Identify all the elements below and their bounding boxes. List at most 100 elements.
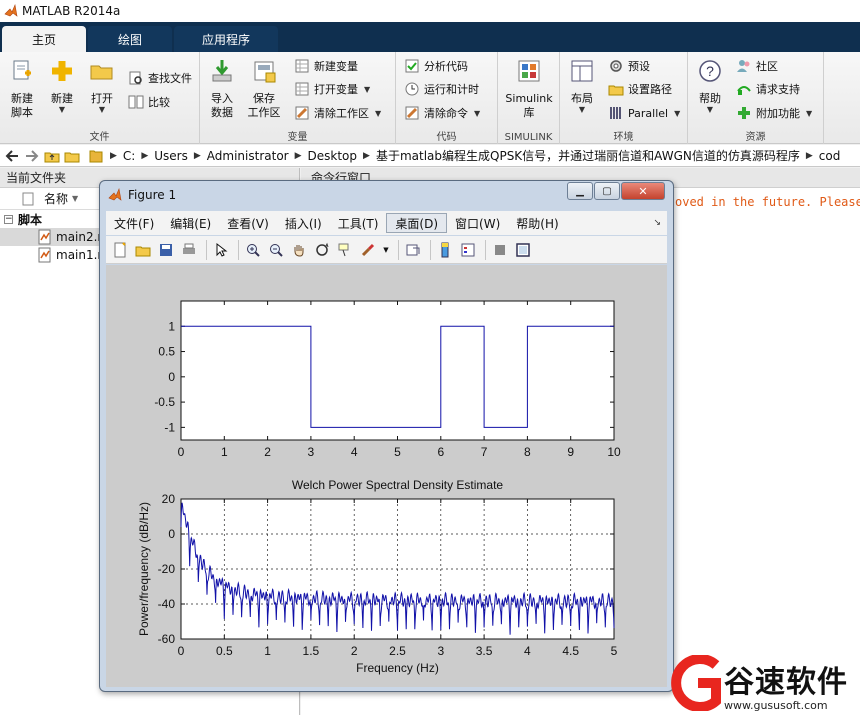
x-tick-label: 4.5 <box>562 644 579 658</box>
clear-commands-button[interactable]: 清除命令 ▼ <box>404 103 480 123</box>
breadcrumb-users[interactable]: Users <box>154 149 188 163</box>
help-button[interactable]: ? 帮助 ▼ <box>692 56 728 114</box>
ribbon-group-environment: 布局 ▼ 预设 设置路径 Parallel ▼ 环境 <box>560 52 688 144</box>
chevron-down-icon: ▼ <box>364 84 371 94</box>
chevron-down-icon: ▼ <box>474 108 481 118</box>
simulink-library-button[interactable]: Simulink 库 <box>501 56 557 120</box>
help-label: 帮助 <box>699 92 721 105</box>
pan-hand-icon[interactable] <box>289 240 309 260</box>
top-axes[interactable]: 0 1 2 3 4 5 6 7 8 9 10 1 0.5 0 -0.5 -1 <box>154 300 621 459</box>
tab-apps[interactable]: 应用程序 <box>174 26 278 52</box>
brush-icon[interactable] <box>358 240 378 260</box>
print-icon[interactable] <box>179 240 199 260</box>
dock-arrow-icon[interactable]: ↘ <box>653 218 661 228</box>
save-icon[interactable] <box>156 240 176 260</box>
open-variable-label: 打开变量 <box>314 83 358 96</box>
open-button[interactable]: 打开 ▼ <box>84 56 120 114</box>
figure-window[interactable]: Figure 1 ▁ ▢ ✕ 文件(F) 编辑(E) 查看(V) 插入(I) 工… <box>99 180 674 692</box>
legend-icon[interactable] <box>458 240 478 260</box>
compare-label: 比较 <box>148 96 170 109</box>
name-column-label: 名称 <box>44 192 69 206</box>
add-ons-button[interactable]: 附加功能 ▼ <box>736 103 812 123</box>
data-cursor-icon[interactable] <box>335 240 355 260</box>
breadcrumb-desktop[interactable]: Desktop <box>308 149 358 163</box>
menu-help[interactable]: 帮助(H) <box>508 213 566 233</box>
y-tick-label: 1 <box>168 319 175 333</box>
plot-area[interactable]: 0 1 2 3 4 5 6 7 8 9 10 10.50-0.5-1 Welch Power Spe… <box>106 265 667 687</box>
x-tick-label: 3.5 <box>476 644 493 658</box>
parallel-button[interactable]: Parallel ▼ <box>608 103 680 123</box>
pointer-icon[interactable] <box>211 240 231 260</box>
zoom-in-icon[interactable] <box>243 240 263 260</box>
ribbon-tab-strip: 主页 绘图 应用程序 <box>0 22 860 52</box>
import-data-icon <box>212 60 232 82</box>
y-tick-label: 20 <box>162 492 176 506</box>
new-figure-icon[interactable] <box>110 240 130 260</box>
clear-workspace-button[interactable]: 清除工作区 ▼ <box>294 103 381 123</box>
zoom-out-icon[interactable] <box>266 240 286 260</box>
analyze-code-button[interactable]: 分析代码 <box>404 56 468 76</box>
breadcrumb-administrator[interactable]: Administrator <box>207 149 289 163</box>
request-support-button[interactable]: 请求支持 <box>736 79 800 99</box>
matlab-logo-icon <box>108 187 122 201</box>
new-script-button[interactable]: 新建 脚本 <box>4 56 40 120</box>
set-path-button[interactable]: 设置路径 <box>608 79 672 99</box>
x-tick-label: 9 <box>567 445 574 459</box>
menu-view[interactable]: 查看(V) <box>219 213 277 233</box>
chevron-right-icon: ▶ <box>110 150 117 161</box>
minimize-button[interactable]: ▁ <box>567 182 593 200</box>
menu-desktop[interactable]: 桌面(D) <box>386 213 448 233</box>
x-tick-label: 4 <box>524 644 531 658</box>
collapse-icon[interactable]: − <box>4 214 13 224</box>
menu-edit[interactable]: 编辑(E) <box>162 213 219 233</box>
link-plot-icon[interactable] <box>403 240 423 260</box>
chevron-down-icon: ▼ <box>674 108 681 118</box>
layout-button[interactable]: 布局 ▼ <box>564 56 600 114</box>
breadcrumb-project[interactable]: 基于matlab编程生成QPSK信号，并通过瑞丽信道和AWGN信道的仿真源码程序 <box>376 147 800 164</box>
tab-plots[interactable]: 绘图 <box>88 26 172 52</box>
back-arrow-icon[interactable] <box>4 148 20 164</box>
colorbar-icon[interactable] <box>435 240 455 260</box>
figure-canvas[interactable]: 0 1 2 3 4 5 6 7 8 9 10 1 0.5 0 -0.5 -1 Welch Power Spe… <box>106 265 667 687</box>
menu-insert[interactable]: 插入(I) <box>277 213 330 233</box>
breadcrumb-drive[interactable]: C: <box>123 149 135 163</box>
hide-plot-tools-icon[interactable] <box>490 240 510 260</box>
figure-menu-bar: 文件(F) 编辑(E) 查看(V) 插入(I) 工具(T) 桌面(D) 窗口(W… <box>106 211 667 235</box>
up-folder-icon[interactable] <box>44 148 60 164</box>
menu-window[interactable]: 窗口(W) <box>447 213 508 233</box>
analyze-code-icon <box>405 59 419 73</box>
show-plot-tools-icon[interactable] <box>513 240 533 260</box>
browse-folder-icon[interactable] <box>64 148 80 164</box>
bottom-axes[interactable]: Welch Power Spectral Density Estimate 0 0… <box>137 478 618 675</box>
toolbar-separator <box>485 239 486 260</box>
open-file-icon[interactable] <box>133 240 153 260</box>
import-data-button[interactable]: 导入 数据 <box>204 56 240 120</box>
compare-button[interactable]: 比较 <box>128 92 170 112</box>
tab-home[interactable]: 主页 <box>2 26 86 52</box>
matlab-logo-icon <box>4 4 18 17</box>
help-icon: ? <box>699 60 721 82</box>
find-files-button[interactable]: 查找文件 <box>128 68 192 88</box>
chevron-down-icon[interactable]: ▼ <box>381 240 391 260</box>
ribbon: 新建 脚本 新建 ▼ 打开 ▼ 查找文件 比较 文件 导入 数据 保存 工作区 … <box>0 52 860 144</box>
save-workspace-button[interactable]: 保存 工作区 <box>246 56 282 120</box>
x-tick-label: 7 <box>481 445 488 459</box>
run-and-time-button[interactable]: 运行和计时 <box>404 79 479 99</box>
new-variable-button[interactable]: 新建变量 <box>294 56 358 76</box>
menu-file[interactable]: 文件(F) <box>106 213 162 233</box>
maximize-button[interactable]: ▢ <box>594 182 620 200</box>
sort-arrow-icon: ▼ <box>72 194 79 203</box>
new-script-icon <box>13 60 31 80</box>
figure-title-bar[interactable]: Figure 1 ▁ ▢ ✕ <box>100 181 673 208</box>
menu-tools[interactable]: 工具(T) <box>330 213 387 233</box>
community-button[interactable]: 社区 <box>736 56 778 76</box>
preferences-button[interactable]: 预设 <box>608 56 650 76</box>
open-variable-button[interactable]: 打开变量 ▼ <box>294 79 370 99</box>
community-icon <box>737 60 750 72</box>
ribbon-group-simulink: Simulink 库 SIMULINK <box>498 52 560 144</box>
close-button[interactable]: ✕ <box>621 182 665 200</box>
rotate-3d-icon[interactable] <box>312 240 332 260</box>
breadcrumb-code[interactable]: cod <box>819 149 841 163</box>
new-button[interactable]: 新建 ▼ <box>44 56 80 114</box>
forward-arrow-icon[interactable] <box>24 148 40 164</box>
